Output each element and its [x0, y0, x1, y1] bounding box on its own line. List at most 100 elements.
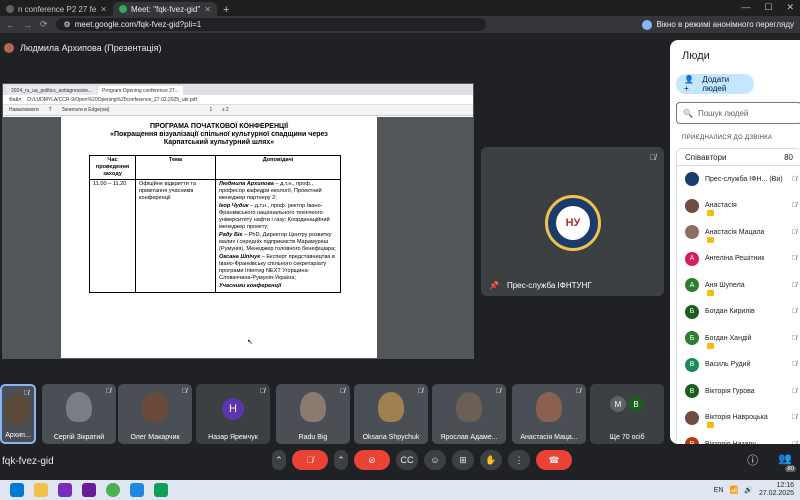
- raised-hand-icon: ✋: [707, 210, 714, 216]
- volume-icon[interactable]: 🔊: [744, 486, 753, 494]
- pin-icon[interactable]: 📌: [489, 281, 499, 290]
- document-title: ПРОГРАМА ПОЧАТКОВОЇ КОНФЕРЕНЦІЇ «Покраще…: [61, 117, 377, 147]
- close-window-button[interactable]: ✕: [786, 2, 794, 13]
- mic-off-icon: 🎙̸: [105, 388, 111, 395]
- mic-off-icon[interactable]: 🎙̸: [792, 441, 797, 444]
- participant-name: Вікторія Гурова: [705, 387, 755, 395]
- camera-options-chevron-icon[interactable]: ⌃: [334, 450, 348, 470]
- site-info-icon[interactable]: ⚙: [64, 20, 71, 29]
- section-label: ПРИЄДНАЛИСЯ ДО ДЗВІНКА: [682, 135, 773, 141]
- participant-avatar: А: [685, 278, 699, 293]
- mic-off-icon[interactable]: 🎙̸: [792, 361, 797, 368]
- camera-off-button[interactable]: ⊘: [354, 450, 390, 470]
- participant-name: Вікторія Навроцька: [705, 414, 768, 422]
- mic-off-icon[interactable]: 🎙̸: [792, 202, 797, 209]
- captions-button[interactable]: CC: [396, 450, 418, 470]
- participant-video: [5, 394, 31, 424]
- participant-name: Сергій Зікратий: [53, 434, 105, 441]
- participant-video: [142, 392, 168, 422]
- mic-off-icon[interactable]: 🎙̸: [792, 255, 797, 262]
- language-indicator[interactable]: EN: [714, 487, 724, 494]
- mic-off-icon[interactable]: 🎙̸: [792, 229, 797, 236]
- browser-tab-conference[interactable]: n conference P2 27 fe ✕: [0, 2, 113, 16]
- speaker-name: Оксана Шпічук: [219, 254, 261, 260]
- meeting-code: fqk-fvez-gid: [2, 456, 54, 467]
- participant-avatar: B: [628, 396, 644, 412]
- add-people-button[interactable]: 👤+ Додати людей: [676, 74, 754, 94]
- file-explorer-icon[interactable]: [34, 483, 48, 497]
- cohosts-group-header[interactable]: Співавтори 80: [676, 148, 800, 166]
- close-tab-icon[interactable]: ✕: [100, 5, 107, 14]
- pdf-page: ПРОГРАМА ПОЧАТКОВОЇ КОНФЕРЕНЦІЇ «Покраще…: [61, 117, 377, 358]
- network-icon[interactable]: 📶: [730, 486, 739, 494]
- participant-list-item[interactable]: Вікторія Навроцька ✋ 🎙̸: [677, 405, 800, 432]
- participant-list-item[interactable]: Б Богдан Хандій ✋ 🎙̸: [677, 325, 800, 352]
- close-tab-icon[interactable]: ✕: [204, 5, 211, 14]
- participant-avatar: Б: [685, 304, 699, 319]
- new-tab-button[interactable]: +: [217, 4, 235, 16]
- participant-tile[interactable]: M B Ще 70 осіб: [590, 384, 664, 444]
- participant-list-item[interactable]: Анастасія ✋ 🎙̸: [677, 193, 800, 220]
- viber-icon[interactable]: [58, 483, 72, 497]
- participant-tile[interactable]: 🎙̸ Сергій Зікратий: [42, 384, 116, 444]
- back-icon[interactable]: ←: [6, 20, 15, 30]
- participant-list-item[interactable]: В Василь Рудий 🎙̸: [677, 352, 800, 379]
- participant-list-item[interactable]: Прес-служба ІФН... (Ви) 🎙̸: [677, 166, 800, 193]
- shared-browser-tabs: 2024_ru_ua_politics_antiagressive... Pro…: [3, 84, 473, 95]
- topic-cell: Офіційне відкриття та привітання учасник…: [135, 179, 216, 293]
- minimize-button[interactable]: —: [741, 2, 750, 13]
- participant-list-item[interactable]: В Вікторія Назару... 🎙̸: [677, 431, 800, 444]
- more-options-button[interactable]: ⋮: [508, 450, 530, 470]
- maximize-button[interactable]: ☐: [764, 2, 772, 13]
- participant-tile-pinned[interactable]: 🎙̸ НУ 📌 Прес-служба ІФНТУНГ: [481, 147, 664, 296]
- participant-tile[interactable]: 🎙̸ Radu Big: [276, 384, 350, 444]
- participant-tile[interactable]: 🎙̸ Архип...: [0, 384, 36, 444]
- participant-tile[interactable]: 🎙̸ Ярослав Адаме...: [432, 384, 506, 444]
- shared-tab: 2024_ru_ua_politics_antiagressive...: [7, 86, 97, 95]
- mic-off-icon[interactable]: 🎙̸: [792, 176, 797, 183]
- mic-off-icon[interactable]: 🎙̸: [792, 414, 797, 421]
- mic-off-icon: 🎙̸: [650, 153, 656, 162]
- title-line: ПРОГРАМА ПОЧАТКОВОЇ КОНФЕРЕНЦІЇ: [149, 123, 289, 130]
- mic-off-button[interactable]: 🎙̸: [292, 450, 328, 470]
- people-count-badge: 80: [785, 466, 796, 472]
- end-call-button[interactable]: ☎: [536, 450, 572, 470]
- mic-off-icon[interactable]: 🎙̸: [792, 335, 797, 342]
- info-icon[interactable]: ⓘ: [747, 452, 758, 468]
- address-bar[interactable]: ⚙ meet.google.com/fqk-fvez-gid?pli=1: [55, 18, 486, 31]
- mic-off-icon[interactable]: 🎙̸: [792, 282, 797, 289]
- participant-list-item[interactable]: В Вікторія Гурова 🎙̸: [677, 378, 800, 405]
- mic-off-icon: 🎙̸: [23, 390, 29, 397]
- word-icon[interactable]: [130, 483, 144, 497]
- start-icon[interactable]: [10, 483, 24, 497]
- mic-options-chevron-icon[interactable]: ⌃: [272, 450, 286, 470]
- present-button[interactable]: ⊞: [452, 450, 474, 470]
- participant-filmstrip: 🎙̸ Архип... 🎙̸ Сергій Зікратий 🎙̸ Олег Макарч…: [0, 384, 670, 444]
- participant-list-item[interactable]: А Ангеліна Решітник 🎙̸: [677, 246, 800, 273]
- participant-name: Oksana Shpychuk: [362, 434, 420, 441]
- search-placeholder: Пошук людей: [697, 108, 749, 118]
- incognito-indicator[interactable]: Вікно в режимі анонімного перегляду: [642, 19, 794, 30]
- media-icon[interactable]: [82, 483, 96, 497]
- browser-tab-meet[interactable]: Meet: "fqk-fvez-gid" ✕: [112, 2, 217, 16]
- raise-hand-button[interactable]: ✋: [480, 450, 502, 470]
- emoji-button[interactable]: ☺: [424, 450, 446, 470]
- reload-icon[interactable]: ⟳: [40, 19, 48, 30]
- participant-tile[interactable]: 🎙̸ Олег Макарчик: [118, 384, 192, 444]
- forward-icon[interactable]: →: [23, 20, 32, 30]
- participant-list-item[interactable]: Анастасія Мацала ✋ 🎙̸: [677, 219, 800, 246]
- time-cell: 11.00 – 11.20: [89, 179, 136, 293]
- mic-off-icon[interactable]: 🎙̸: [792, 388, 797, 395]
- mic-off-icon[interactable]: 🎙̸: [792, 308, 797, 315]
- chrome-icon[interactable]: [106, 483, 120, 497]
- mic-off-icon: 🎙̸: [339, 388, 345, 395]
- participant-tile[interactable]: 🎙̸ Анастасія Маца...: [512, 384, 586, 444]
- participant-list-item[interactable]: Б Богдан Кирилів 🎙̸: [677, 299, 800, 326]
- app-icon[interactable]: [154, 483, 168, 497]
- participant-tile[interactable]: 🎙̸ Oksana Shpychuk: [354, 384, 428, 444]
- participant-name: Богдан Кирилів: [705, 308, 755, 316]
- participant-list-item[interactable]: А Аня Шупела ✋ 🎙̸: [677, 272, 800, 299]
- search-people-input[interactable]: 🔍 Пошук людей: [676, 102, 800, 124]
- clock[interactable]: 12:16 27.02.2025: [759, 482, 794, 498]
- participant-tile[interactable]: Н 🎙̸ Назар Яремчук: [196, 384, 270, 444]
